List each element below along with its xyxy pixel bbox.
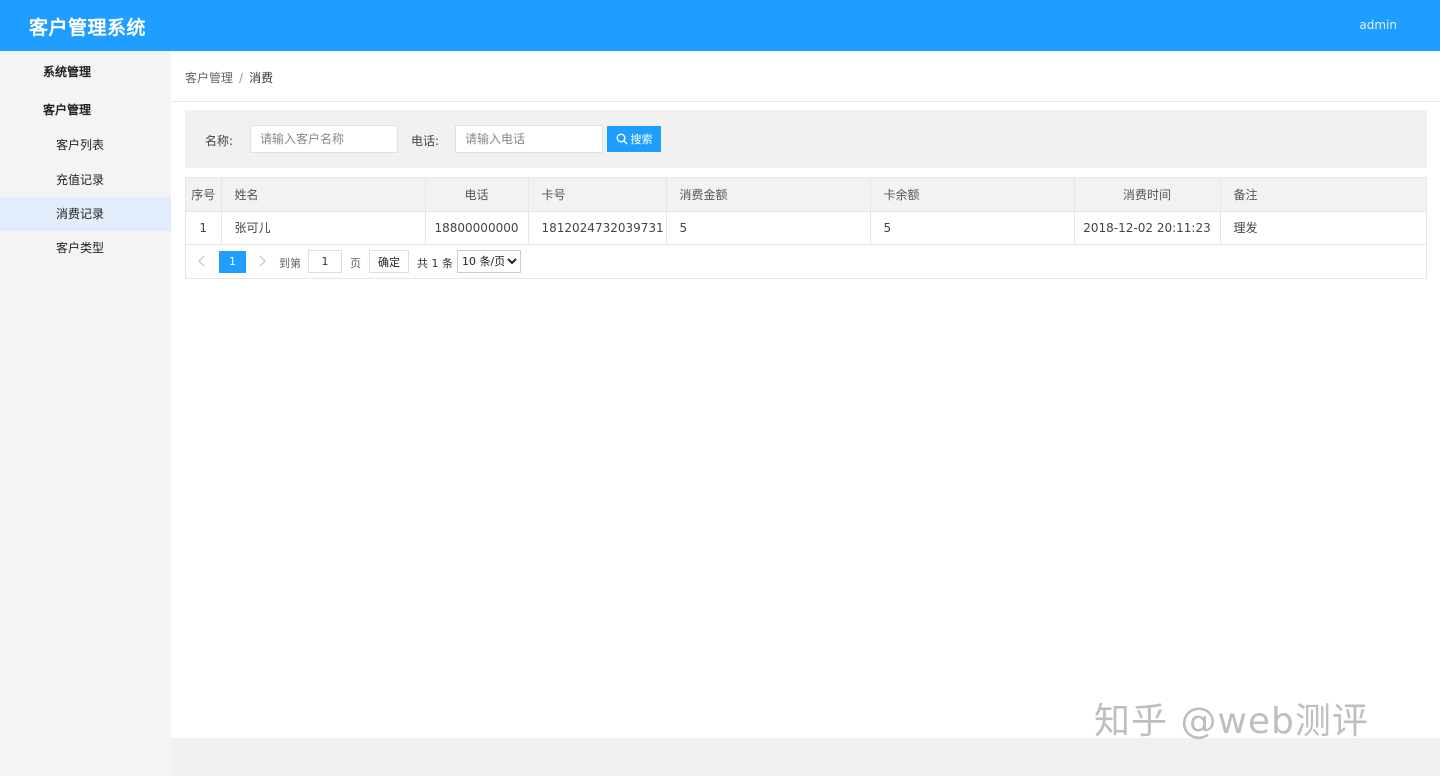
sidebar-group-customer[interactable]: 客户管理: [43, 101, 91, 118]
sidebar-group-system[interactable]: 系统管理: [43, 63, 91, 80]
name-label: 名称:: [205, 134, 234, 148]
search-panel: 名称: 电话: 搜索: [185, 110, 1427, 168]
search-button[interactable]: 搜索: [607, 126, 661, 152]
search-icon: [616, 133, 627, 145]
chevron-right-icon[interactable]: [258, 255, 266, 267]
table-cell: 理发: [1220, 211, 1426, 245]
column-header: 姓名: [221, 178, 426, 212]
breadcrumb-current: 消费: [249, 71, 274, 85]
table-header-row: 序号 姓名 电话 卡号 消费金额 卡余额 消费时间 备注: [186, 178, 1426, 212]
search-button-label: 搜索: [630, 133, 653, 146]
total-count: 共 1 条: [417, 257, 453, 270]
column-header: 消费金额: [666, 178, 871, 212]
sidebar-item-consumption-records[interactable]: 消费记录: [0, 197, 171, 231]
breadcrumb: 客户管理 / 消费: [185, 69, 273, 86]
table-cell: 18800000000: [425, 211, 529, 245]
breadcrumb-separator: /: [239, 71, 244, 85]
table-cell: 2018-12-02 20:11:23: [1074, 211, 1221, 245]
goto-label: 到第: [279, 257, 301, 270]
watermark: 知乎 @web测评: [1094, 701, 1369, 742]
page-size-select[interactable]: 10 条/页: [457, 250, 521, 273]
table-row: 1 张可儿 18800000000 1812024732039731 5 5 2…: [186, 211, 1426, 245]
table-cell: 5: [870, 211, 1075, 245]
column-header: 卡号: [528, 178, 667, 212]
consumption-table: 序号 姓名 电话 卡号 消费金额 卡余额 消费时间 备注 1 张可儿 18800…: [185, 177, 1427, 279]
page-unit-label: 页: [350, 257, 361, 270]
goto-page-input[interactable]: [308, 250, 342, 273]
name-search-input[interactable]: [250, 125, 398, 153]
goto-confirm-button[interactable]: 确定: [369, 250, 409, 273]
table-cell: 1: [186, 211, 222, 245]
sidebar: 系统管理 客户管理 客户列表 充值记录 消费记录 客户类型: [0, 51, 171, 776]
divider: [171, 101, 1440, 102]
sidebar-item-customer-list[interactable]: 客户列表: [0, 128, 171, 162]
phone-search-input[interactable]: [455, 125, 603, 153]
table-cell: 5: [666, 211, 871, 245]
chevron-left-icon[interactable]: [198, 255, 206, 267]
table-cell: 张可儿: [221, 211, 426, 245]
column-header: 卡余额: [870, 178, 1075, 212]
top-header: 客户管理系统 admin: [0, 0, 1440, 51]
phone-label: 电话:: [411, 134, 440, 148]
column-header: 消费时间: [1074, 178, 1221, 212]
column-header: 备注: [1220, 178, 1426, 212]
table-cell: 1812024732039731: [528, 211, 667, 245]
pagination: 1 到第 页 确定 共 1 条 10 条/页: [186, 248, 1426, 278]
breadcrumb-parent[interactable]: 客户管理: [185, 71, 233, 85]
page-1-button[interactable]: 1: [219, 251, 246, 273]
column-header: 电话: [425, 178, 529, 212]
app-title: 客户管理系统: [29, 17, 147, 39]
sidebar-item-recharge-records[interactable]: 充值记录: [0, 163, 171, 197]
column-header: 序号: [186, 178, 222, 212]
sidebar-item-customer-types[interactable]: 客户类型: [0, 231, 171, 265]
user-name[interactable]: admin: [1359, 18, 1397, 32]
